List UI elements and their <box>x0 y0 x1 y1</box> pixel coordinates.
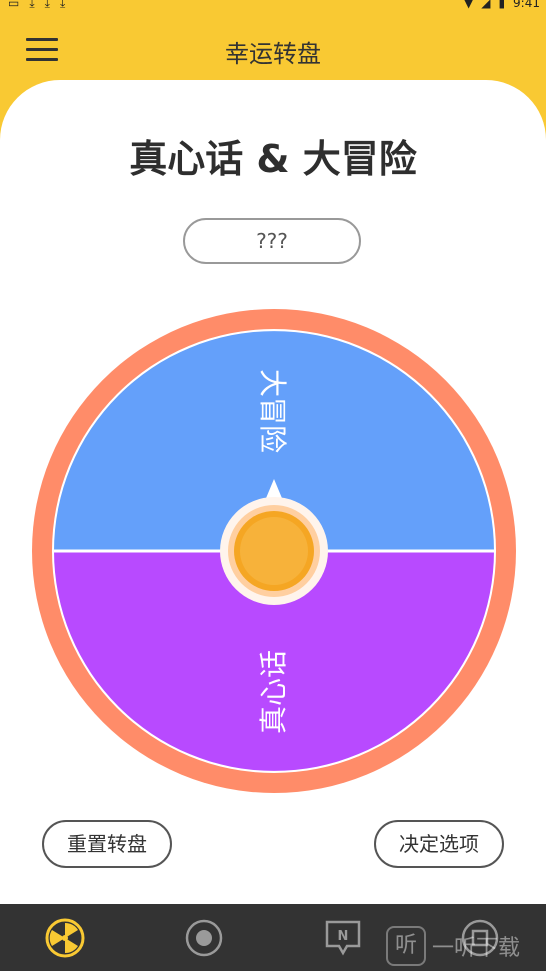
wheel-icon <box>45 918 85 958</box>
status-time: 9:41 <box>513 0 540 10</box>
status-notifications: ▭ ⤓ ⤓ ⤓ <box>8 0 65 11</box>
segment-label-bottom: 真心话 <box>257 650 290 734</box>
sd-card-icon: ▭ <box>8 0 20 10</box>
record-icon <box>185 919 223 957</box>
battery-icon: ▮ <box>498 0 506 10</box>
status-system: ▼ ◢ ▮ 9:41 <box>464 0 540 10</box>
spin-button-highlight <box>240 517 308 585</box>
spin-wheel[interactable]: 大冒险 真心话 <box>30 307 518 795</box>
app-bar: 幸运转盘 <box>0 14 546 84</box>
result-display: ??? <box>183 218 361 264</box>
segment-label-top: 大冒险 <box>256 369 289 453</box>
status-bar: ▭ ⤓ ⤓ ⤓ ▼ ◢ ▮ 9:41 <box>0 0 546 14</box>
watermark-text: 一听下载 <box>432 936 521 961</box>
svg-text:N: N <box>338 929 349 944</box>
download-icon: ⤓ <box>44 0 50 10</box>
wifi-icon: ▼ <box>463 0 474 10</box>
page-title: 真心话 & 大冒险 <box>129 137 417 181</box>
decide-option-button[interactable]: 决定选项 <box>374 820 504 868</box>
nav-note-tab[interactable]: N <box>323 918 363 958</box>
watermark: 听 一听下载 <box>386 926 546 966</box>
download-icon: ⤓ <box>59 0 66 10</box>
app-title: 幸运转盘 <box>225 40 321 68</box>
nav-record-tab[interactable] <box>184 918 224 958</box>
note-icon: N <box>325 920 361 956</box>
download-icon: ⤓ <box>29 0 35 10</box>
signal-icon: ◢ <box>481 0 491 10</box>
watermark-logo: 听 <box>386 926 426 966</box>
reset-wheel-button[interactable]: 重置转盘 <box>42 820 172 868</box>
nav-wheel-tab[interactable] <box>45 918 85 958</box>
